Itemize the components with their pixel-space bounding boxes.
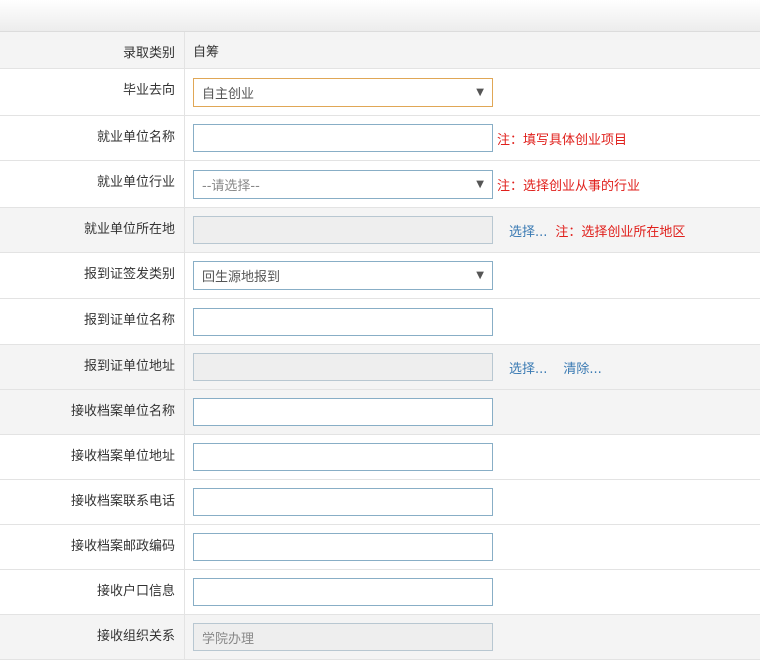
row-archive-postcode: 接收档案邮政编码 (0, 525, 760, 570)
row-party-relation: 接收组织关系 (0, 615, 760, 660)
employer-location-label: 就业单位所在地 (0, 208, 185, 252)
row-report-unit-address: 报到证单位地址 选择... 清除... (0, 345, 760, 390)
admission-category-value: 自筹 (193, 44, 220, 60)
chevron-down-icon: ▼ (476, 178, 484, 190)
employer-location-note: 注：选择创业所在地区 (555, 224, 686, 240)
archive-postcode-label: 接收档案邮政编码 (0, 525, 185, 569)
row-archive-phone: 接收档案联系电话 (0, 480, 760, 525)
employer-name-label: 就业单位名称 (0, 116, 185, 160)
report-unit-name-input[interactable] (193, 307, 493, 336)
row-archive-unit-address: 接收档案单位地址 (0, 435, 760, 480)
row-archive-unit-name: 接收档案单位名称 (0, 390, 760, 435)
chevron-down-icon: ▼ (476, 86, 484, 98)
row-hukou-info: 接收户口信息 (0, 570, 760, 615)
admission-category-label: 录取类别 (0, 32, 185, 68)
row-report-issue-type: 报到证签发类别 回生源地报到 ▼ (0, 253, 760, 299)
graduation-destination-selected: 自主创业 (202, 86, 255, 102)
archive-unit-name-input[interactable] (193, 398, 493, 426)
report-unit-address-label: 报到证单位地址 (0, 345, 185, 389)
party-relation-input[interactable] (193, 623, 493, 651)
row-employer-name: 就业单位名称 注：填写具体创业项目 (0, 116, 760, 161)
row-graduation-destination: 毕业去向 自主创业 ▼ (0, 69, 760, 116)
archive-phone-input[interactable] (193, 488, 493, 516)
top-toolbar (0, 0, 760, 32)
row-employer-industry: 就业单位行业 --请选择-- ▼ 注：选择创业从事的行业 (0, 161, 760, 208)
employer-name-input[interactable] (193, 124, 493, 152)
report-unit-name-label: 报到证单位名称 (0, 299, 185, 344)
hukou-info-input[interactable] (193, 578, 493, 606)
employer-location-input[interactable] (193, 216, 493, 244)
hukou-info-label: 接收户口信息 (0, 570, 185, 614)
graduate-destination-form: 录取类别 自筹 毕业去向 自主创业 ▼ 就业单位名称 注：填写具体创业项目 就业… (0, 32, 760, 660)
archive-unit-name-label: 接收档案单位名称 (0, 390, 185, 434)
employer-name-note: 注：填写具体创业项目 (497, 132, 628, 148)
report-issue-type-label: 报到证签发类别 (0, 253, 185, 298)
archive-postcode-input[interactable] (193, 533, 493, 561)
employer-industry-label: 就业单位行业 (0, 161, 185, 207)
report-unit-address-input[interactable] (193, 353, 493, 381)
employer-location-select-link[interactable]: 选择... (509, 221, 547, 240)
party-relation-label: 接收组织关系 (0, 615, 185, 659)
archive-unit-address-input[interactable] (193, 443, 493, 471)
row-report-unit-name: 报到证单位名称 (0, 299, 760, 345)
employer-industry-note: 注：选择创业从事的行业 (497, 178, 641, 194)
row-employer-location: 就业单位所在地 选择... 注：选择创业所在地区 (0, 208, 760, 253)
employer-industry-select[interactable]: --请选择-- ▼ (193, 169, 493, 199)
chevron-down-icon: ▼ (476, 270, 484, 281)
report-unit-address-clear-link[interactable]: 清除... (563, 358, 601, 377)
report-issue-type-selected: 回生源地报到 (202, 270, 281, 285)
graduation-destination-select[interactable]: 自主创业 ▼ (193, 77, 493, 107)
archive-unit-address-label: 接收档案单位地址 (0, 435, 185, 479)
report-issue-type-select[interactable]: 回生源地报到 ▼ (193, 261, 493, 290)
employer-industry-placeholder: --请选择-- (202, 178, 260, 194)
row-admission-category: 录取类别 自筹 (0, 32, 760, 69)
report-unit-address-select-link[interactable]: 选择... (509, 358, 547, 377)
archive-phone-label: 接收档案联系电话 (0, 480, 185, 524)
graduation-destination-label: 毕业去向 (0, 69, 185, 115)
